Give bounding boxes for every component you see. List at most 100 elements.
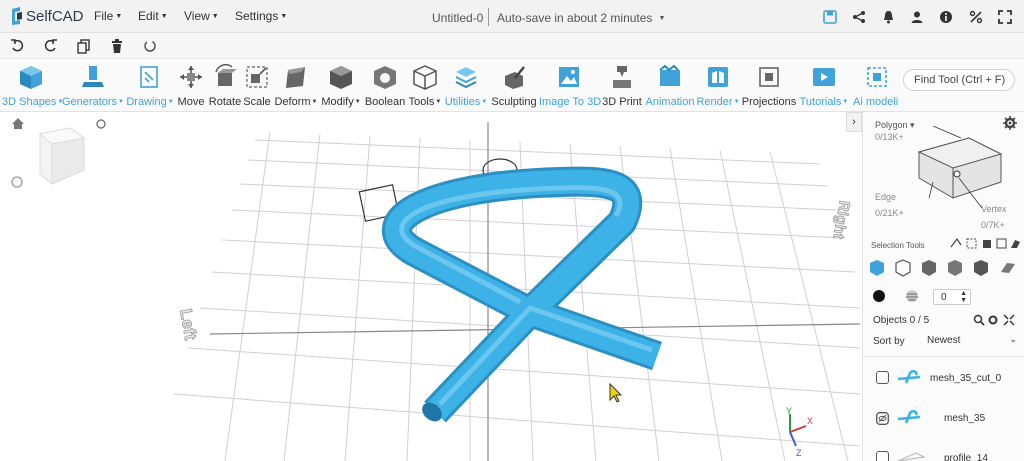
projections-icon bbox=[759, 67, 779, 87]
panel-collapse-button[interactable]: › bbox=[846, 112, 862, 132]
edge-count: 0/21K+ bbox=[875, 208, 904, 218]
tool-animation[interactable]: Animation bbox=[644, 61, 696, 111]
boolean-icon bbox=[374, 66, 396, 89]
tool-label: Scale bbox=[243, 96, 271, 108]
tool-rotate[interactable]: Rotate bbox=[207, 61, 243, 111]
selection-mode-cube[interactable] bbox=[909, 126, 1009, 208]
mesh-thumbnail-icon bbox=[897, 369, 921, 384]
tool-label: Utilities bbox=[444, 96, 481, 108]
tool-ai-modeling[interactable]: Ai modeli bbox=[852, 61, 902, 111]
tool-drawing[interactable]: Drawing▼ bbox=[126, 61, 174, 111]
tool-3d-print[interactable]: 3D Print bbox=[600, 61, 644, 111]
3d-viewport[interactable]: Y X Z Left Right bbox=[0, 112, 862, 461]
value-stepper[interactable]: 0 ▲ ▼ bbox=[933, 289, 971, 305]
info-icon[interactable] bbox=[938, 9, 954, 25]
user-icon[interactable] bbox=[909, 9, 925, 25]
object-row-mesh-35-cut-0[interactable]: mesh_35_cut_0 bbox=[862, 363, 1024, 393]
fullscreen-icon[interactable] bbox=[997, 9, 1013, 25]
objects-count: Objects 0 / 5 bbox=[873, 315, 930, 326]
tool-label: Tutorials bbox=[799, 96, 842, 108]
color-swatch-black[interactable] bbox=[873, 290, 885, 302]
autosave-status[interactable]: Auto-save in about 2 minutes ▼ bbox=[497, 11, 665, 25]
tool-modify[interactable]: Modify▼ bbox=[320, 61, 362, 111]
tool-label: Modify bbox=[321, 96, 354, 108]
stepper-arrows-icon[interactable]: ▲ ▼ bbox=[960, 290, 967, 304]
tool-boolean[interactable]: Boolean bbox=[364, 61, 406, 111]
share-icon[interactable] bbox=[851, 9, 867, 25]
stepper-value[interactable]: 0 bbox=[941, 292, 947, 303]
collapse-objects-icon[interactable] bbox=[1003, 314, 1015, 326]
document-title[interactable]: Untitled-0 bbox=[432, 11, 483, 25]
selection-shape-row[interactable] bbox=[867, 258, 1024, 278]
tool-label: Rotate bbox=[208, 96, 242, 108]
sculpting-icon bbox=[505, 66, 525, 89]
tool-label: Drawing bbox=[126, 96, 167, 108]
selection-tools-label: Selection Tools bbox=[871, 241, 925, 250]
find-tool-input[interactable]: Find Tool (Ctrl + F) bbox=[903, 69, 1015, 91]
tool-generators[interactable]: Generators▼ bbox=[62, 61, 124, 111]
chevron-down-icon[interactable]: ⌄ bbox=[1009, 334, 1017, 345]
tool-label: 3D Shapes bbox=[2, 96, 57, 108]
edge-mode-label[interactable]: Edge bbox=[875, 192, 896, 202]
tool-label: Render bbox=[696, 96, 733, 108]
menu-edit[interactable]: Edit ▼ bbox=[138, 9, 168, 23]
tool-deform[interactable]: Deform▼ bbox=[272, 61, 320, 111]
orbit-view-icon[interactable] bbox=[96, 119, 106, 129]
menu-file[interactable]: File ▼ bbox=[94, 9, 122, 23]
tool-label: Tools bbox=[408, 96, 435, 108]
sort-label: Sort by bbox=[873, 336, 905, 347]
target-view-icon[interactable] bbox=[11, 176, 23, 188]
vertex-count: 0/7K+ bbox=[981, 220, 1005, 230]
object-row-mesh-35[interactable]: mesh_35 bbox=[862, 403, 1024, 433]
tool-3d-shapes[interactable]: 3D Shapes▼ bbox=[2, 61, 63, 111]
tool-projections[interactable]: Projections bbox=[741, 61, 797, 111]
tool-render[interactable]: Render▼ bbox=[696, 61, 740, 111]
scene-canvas[interactable]: Y X Z Left Right bbox=[0, 112, 862, 461]
tool-utilities[interactable]: Utilities▼ bbox=[444, 61, 488, 111]
selfcad-logo-icon bbox=[12, 7, 22, 25]
object-checkbox[interactable] bbox=[876, 451, 889, 461]
save-icon[interactable] bbox=[822, 9, 838, 25]
3d-model-tube[interactable] bbox=[382, 166, 662, 426]
animation-icon bbox=[659, 64, 680, 86]
copy-icon[interactable] bbox=[76, 38, 92, 54]
delete-icon[interactable] bbox=[109, 38, 125, 54]
image-to-3d-icon bbox=[559, 67, 579, 87]
object-row-profile-14[interactable]: profile_14 bbox=[862, 443, 1024, 461]
scale-icon bbox=[246, 66, 268, 88]
object-settings-icon[interactable] bbox=[987, 314, 999, 326]
cube-shape-icon bbox=[20, 66, 42, 89]
printer-icon bbox=[613, 66, 631, 88]
axis-z-label: Z bbox=[796, 448, 802, 458]
generator-icon bbox=[82, 66, 104, 87]
notification-bell-icon[interactable] bbox=[880, 9, 896, 25]
tutorials-icon bbox=[813, 68, 835, 86]
tool-sculpting[interactable]: Sculpting bbox=[490, 61, 538, 111]
menu-view[interactable]: View ▼ bbox=[184, 9, 219, 23]
tool-label: 3D Print bbox=[602, 96, 642, 108]
tool-move[interactable]: Move bbox=[176, 61, 206, 111]
app-logo[interactable]: SelfCAD bbox=[10, 6, 84, 26]
selection-tools-row[interactable] bbox=[949, 236, 1021, 250]
tool-tools[interactable]: Tools▼ bbox=[407, 61, 443, 111]
tool-label: Animation bbox=[645, 96, 695, 108]
tool-scale[interactable]: Scale bbox=[243, 61, 271, 111]
view-cube[interactable] bbox=[38, 127, 86, 185]
vertex-mode-label[interactable]: Vertex bbox=[981, 204, 1007, 214]
menu-settings[interactable]: Settings ▼ bbox=[235, 9, 287, 23]
tool-label: Generators bbox=[62, 96, 118, 108]
tool-label: Deform bbox=[274, 96, 311, 108]
sort-value[interactable]: Newest bbox=[927, 335, 960, 346]
undo-icon[interactable] bbox=[10, 38, 26, 54]
hidden-eye-icon[interactable] bbox=[876, 412, 889, 425]
sort-select[interactable]: Newest ⌄ bbox=[925, 332, 1021, 350]
view-label-right: Right bbox=[829, 199, 852, 240]
object-checkbox[interactable] bbox=[876, 371, 889, 384]
tool-tutorials[interactable]: Tutorials▼ bbox=[798, 61, 850, 111]
units-icon[interactable] bbox=[968, 9, 984, 25]
home-view-icon[interactable] bbox=[12, 118, 24, 129]
redo-icon[interactable] bbox=[42, 38, 58, 54]
search-icon[interactable] bbox=[973, 314, 985, 326]
texture-swatch-icon[interactable] bbox=[905, 289, 919, 303]
tool-image-to-3d[interactable]: Image To 3D bbox=[539, 61, 601, 111]
